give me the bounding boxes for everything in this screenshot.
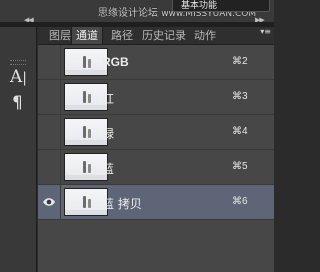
visibility-toggle[interactable] <box>38 185 61 219</box>
dock-grip-handle[interactable] <box>10 60 26 65</box>
channel-shortcut: ⌘2 <box>232 56 248 67</box>
panel-dock-strip: A| ¶ <box>0 27 37 272</box>
visibility-toggle[interactable] <box>38 45 61 79</box>
channel-name: 绿 <box>102 127 115 141</box>
channel-name: 蓝 <box>102 162 115 176</box>
top-bar: ◀◀ 思缘设计论坛 www.MISSYUAN.COM 基本功能 ▶▶ <box>0 0 274 24</box>
character-panel-icon[interactable]: A| <box>10 67 27 87</box>
visibility-toggle[interactable] <box>38 150 61 184</box>
channel-name: 红 <box>102 92 115 106</box>
channel-name: 蓝 拷贝 <box>102 197 142 211</box>
tab-channels[interactable]: 通道 <box>71 27 103 44</box>
visibility-toggle[interactable] <box>38 80 61 114</box>
channel-shortcut: ⌘6 <box>232 196 248 207</box>
paragraph-panel-icon[interactable]: ¶ <box>12 93 23 113</box>
channel-shortcut: ⌘4 <box>232 126 248 137</box>
panel-empty-area <box>38 225 274 272</box>
cursor-bar-glyph: | <box>22 70 27 86</box>
channel-row[interactable]: 蓝 ⌘5 <box>38 150 274 185</box>
channel-row[interactable]: 红 ⌘3 <box>38 80 274 115</box>
tab-actions[interactable]: 动作 <box>190 27 220 44</box>
watermark-text: 思缘设计论坛 <box>98 8 158 19</box>
channel-row[interactable]: 蓝 拷贝 ⌘6 <box>38 185 274 220</box>
panel-tab-bar: 图层 通道 路径 历史记录 动作 ▾≡ <box>38 27 274 45</box>
character-glyph: A <box>10 67 23 87</box>
tab-history[interactable]: 历史记录 <box>138 27 190 44</box>
channels-panel: 图层 通道 路径 历史记录 动作 ▾≡ RGB ⌘2 红 ⌘3 绿 ⌘4 蓝 ⌘… <box>38 27 274 272</box>
visibility-toggle[interactable] <box>38 115 61 149</box>
channel-row[interactable]: 绿 ⌘4 <box>38 115 274 150</box>
channel-row[interactable]: RGB ⌘2 <box>38 45 274 80</box>
tab-paths[interactable]: 路径 <box>107 27 137 44</box>
eye-icon <box>43 198 55 206</box>
channel-name: RGB <box>102 55 129 69</box>
panel-menu-icon[interactable]: ▾≡ <box>260 28 271 36</box>
channel-shortcut: ⌘5 <box>232 161 248 172</box>
channel-shortcut: ⌘3 <box>232 91 248 102</box>
workspace-switcher[interactable]: 基本功能 <box>172 0 270 12</box>
